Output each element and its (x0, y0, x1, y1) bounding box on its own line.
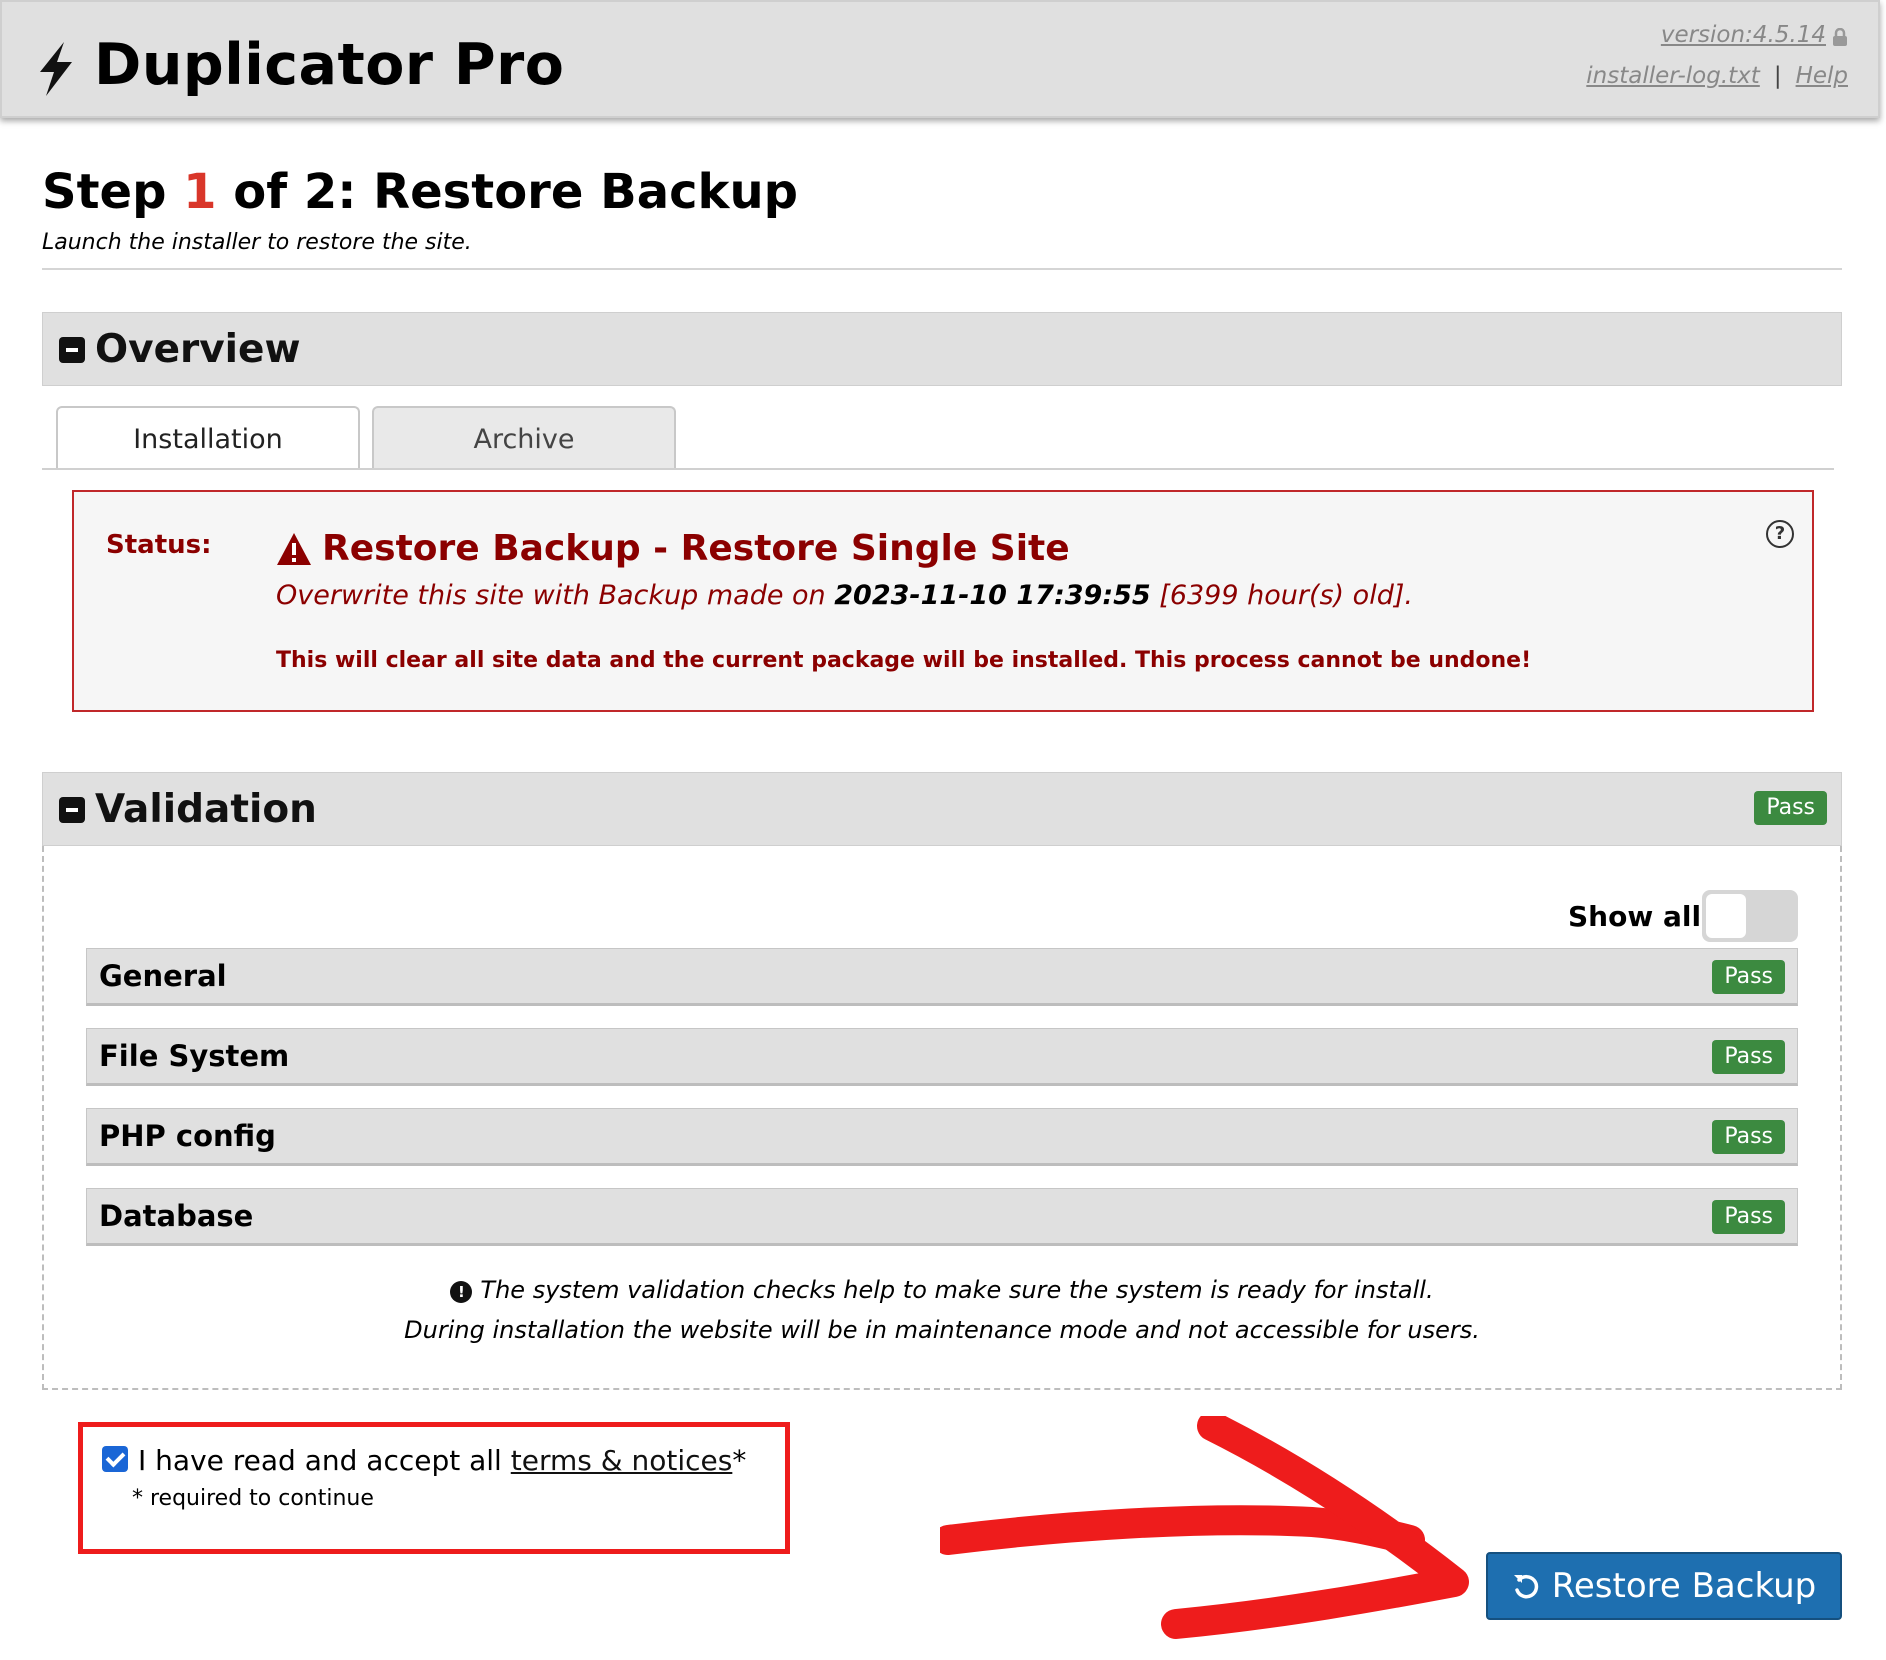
status-badge: Pass (1712, 1200, 1785, 1234)
step-prefix: Step (42, 164, 167, 220)
check-row-general[interactable]: General Pass (86, 948, 1798, 1006)
backup-date: 2023-11-10 17:39:55 (834, 580, 1151, 611)
status-badge: Pass (1712, 1040, 1785, 1074)
note-line-1: The system validation checks help to mak… (480, 1276, 1434, 1304)
question-circle-icon[interactable]: ? (1766, 520, 1794, 548)
installer-log-link[interactable]: installer-log.txt (1586, 63, 1760, 89)
status-badge: Pass (1712, 1120, 1785, 1154)
exclamation-circle-icon: ! (450, 1281, 473, 1303)
backup-age: [6399 hour(s) old]. (1159, 580, 1413, 611)
status-badge: Pass (1712, 960, 1785, 994)
help-link[interactable]: Help (1796, 63, 1848, 89)
restore-backup-label: Restore Backup (1551, 1566, 1817, 1606)
toggle-knob[interactable] (1706, 894, 1746, 938)
lock-icon (1833, 28, 1847, 46)
validation-section-header[interactable]: Validation Pass (42, 772, 1842, 846)
check-label: Database (99, 1199, 254, 1233)
collapse-icon[interactable] (59, 337, 85, 363)
check-label: PHP config (99, 1119, 276, 1153)
validation-note: ! The system validation checks help to ma… (42, 1270, 1842, 1350)
step-suffix: of 2: Restore Backup (233, 164, 798, 220)
terms-checkbox[interactable] (102, 1446, 128, 1472)
terms-required-note: * required to continue (132, 1486, 374, 1511)
bolt-icon (40, 42, 72, 96)
status-warning: This will clear all site data and the cu… (276, 648, 1532, 673)
status-headline: Restore Backup - Restore Single Site (322, 528, 1070, 569)
show-all-label: Show all (1568, 900, 1702, 933)
warning-triangle-icon (277, 533, 311, 565)
status-box: Status: Restore Backup - Restore Single … (72, 490, 1814, 712)
check-row-database[interactable]: Database Pass (86, 1188, 1798, 1246)
red-arrow-annotation (940, 1416, 1469, 1639)
note-line-2: During installation the website will be … (404, 1316, 1480, 1344)
status-badge: Pass (1754, 791, 1827, 825)
app-title: Duplicator Pro (94, 32, 565, 98)
step-number: 1 (183, 164, 217, 220)
header-links: installer-log.txt | Help (1586, 63, 1848, 89)
show-all-toggle[interactable] (1702, 890, 1798, 942)
undo-arrow-icon (1513, 1574, 1538, 1599)
check-row-file-system[interactable]: File System Pass (86, 1028, 1798, 1086)
version-link[interactable]: version:4.5.14 (1661, 22, 1826, 48)
page-subtitle: Launch the installer to restore the site… (42, 230, 472, 255)
status-label: Status: (106, 530, 212, 560)
restore-backup-button[interactable]: Restore Backup (1486, 1552, 1842, 1620)
page-title: Step 1 of 2: Restore Backup (42, 164, 798, 220)
tab-underline (42, 468, 1834, 470)
divider (42, 268, 1842, 270)
link-separator: | (1773, 63, 1782, 89)
status-backup-info: Overwrite this site with Backup made on … (276, 580, 1413, 611)
terms-label: I have read and accept all terms & notic… (138, 1444, 746, 1477)
check-label: General (99, 959, 227, 993)
check-row-php-config[interactable]: PHP config Pass (86, 1108, 1798, 1166)
terms-link[interactable]: terms & notices (511, 1444, 733, 1477)
overview-section-header[interactable]: Overview (42, 312, 1842, 386)
tab-installation[interactable]: Installation (56, 406, 360, 470)
collapse-icon[interactable] (59, 797, 85, 823)
tab-archive[interactable]: Archive (372, 406, 676, 470)
check-label: File System (99, 1039, 290, 1073)
terms-prefix: I have read and accept all (138, 1444, 502, 1477)
validation-title: Validation (95, 787, 317, 832)
overview-title: Overview (95, 327, 301, 372)
terms-asterisk: * (732, 1444, 747, 1477)
backup-info-prefix: Overwrite this site with Backup made on (276, 580, 826, 611)
app-header: Duplicator Pro version:4.5.14 installer-… (0, 0, 1880, 118)
